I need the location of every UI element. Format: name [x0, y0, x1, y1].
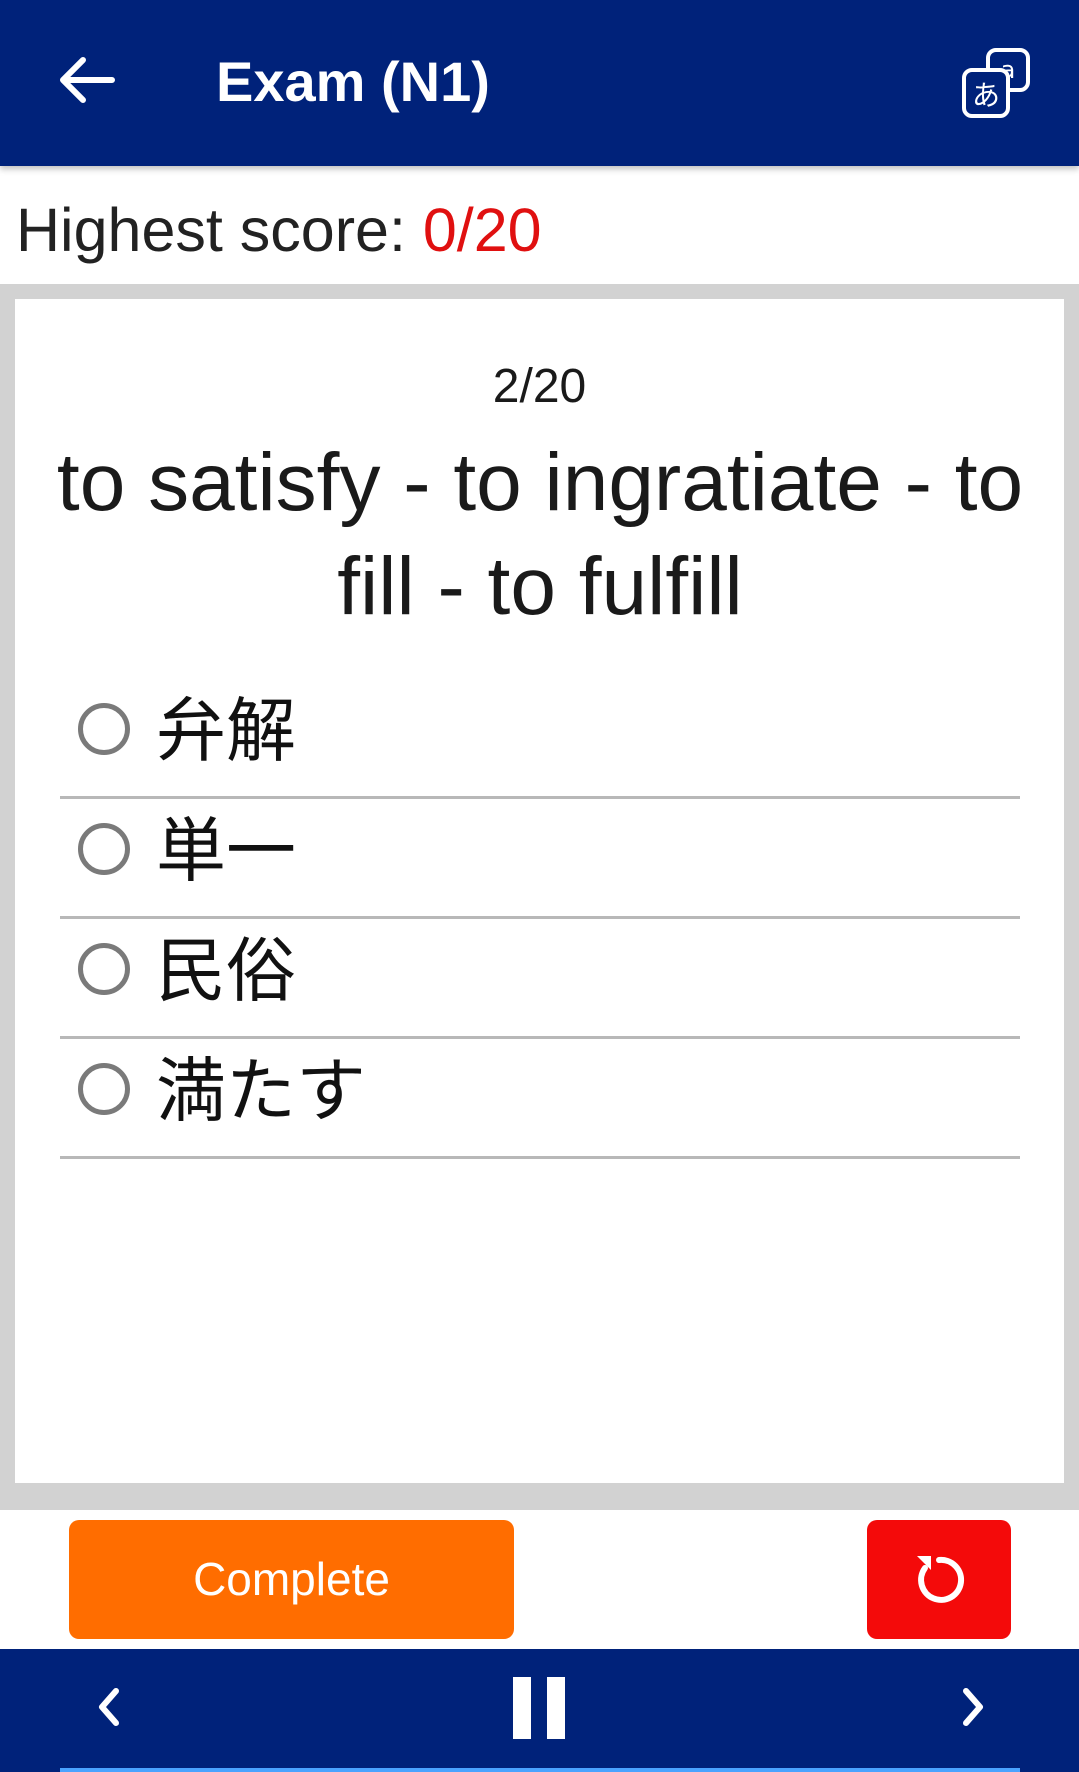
radio-button[interactable]: [78, 823, 130, 875]
question-card-frame: 2/20 to satisfy - to ingratiate - to fil…: [0, 284, 1079, 1510]
answer-option-label: 単一: [156, 810, 296, 892]
reset-icon: [917, 1556, 965, 1603]
answer-option[interactable]: 満たす: [60, 1039, 1020, 1159]
translate-button[interactable]: a あ: [958, 46, 1034, 122]
pause-button[interactable]: [508, 1675, 570, 1741]
answer-option[interactable]: 民俗: [60, 919, 1020, 1039]
reset-button[interactable]: [867, 1520, 1011, 1639]
answer-option-label: 弁解: [156, 690, 296, 772]
bottom-bar: [0, 1649, 1079, 1772]
radio-button[interactable]: [78, 943, 130, 995]
app-bar: Exam (N1) a あ: [0, 0, 1079, 166]
chevron-left-icon: [99, 1688, 119, 1726]
answer-option[interactable]: 単一: [60, 799, 1020, 919]
next-button[interactable]: [944, 1679, 1000, 1735]
answer-option-label: 民俗: [156, 930, 296, 1012]
radio-button[interactable]: [78, 1063, 130, 1115]
complete-button[interactable]: Complete: [69, 1520, 514, 1639]
page-title: Exam (N1): [216, 50, 490, 113]
pause-icon: [513, 1677, 565, 1739]
back-button[interactable]: [50, 45, 120, 115]
question-counter: 2/20: [492, 360, 587, 413]
answer-option[interactable]: 弁解: [60, 679, 1020, 799]
question-card: 2/20 to satisfy - to ingratiate - to fil…: [15, 299, 1064, 1483]
answer-options: 弁解 単一 民俗 満たす: [60, 679, 1020, 1159]
progress-line: [60, 1768, 1020, 1772]
translate-icon: a あ: [962, 48, 1030, 118]
previous-button[interactable]: [82, 1679, 138, 1735]
radio-button[interactable]: [78, 703, 130, 755]
highest-score-label: Highest score:: [16, 196, 423, 264]
chevron-right-icon: [963, 1688, 983, 1726]
arrow-left-icon: [60, 57, 115, 103]
svg-text:あ: あ: [972, 79, 1000, 112]
highest-score: Highest score: 0/20: [16, 188, 542, 272]
question-text: to satisfy - to ingratiate - to fill - t…: [56, 437, 1024, 632]
highest-score-value: 0/20: [422, 196, 542, 264]
answer-option-label: 満たす: [156, 1050, 366, 1132]
